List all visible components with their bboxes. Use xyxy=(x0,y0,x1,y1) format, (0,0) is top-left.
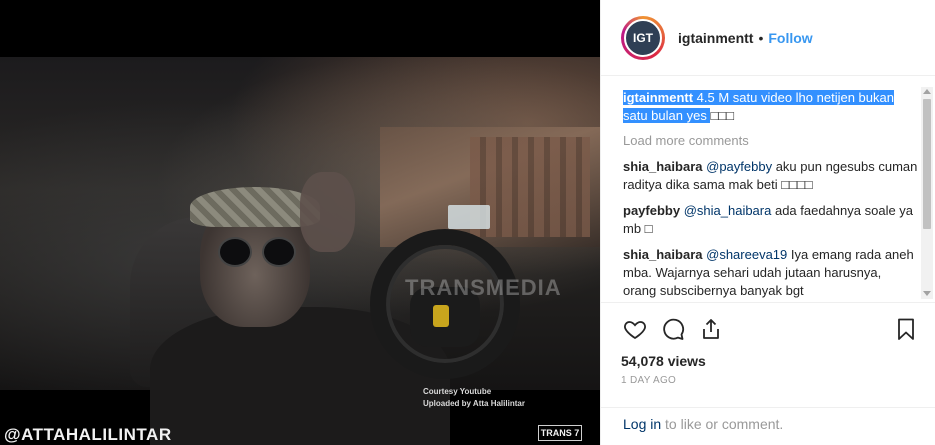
broadcaster-watermark: TRANSMEDIA xyxy=(405,275,562,300)
avatar[interactable]: IGT xyxy=(624,18,662,57)
sunglasses-right-lens xyxy=(262,237,296,267)
comment-icon[interactable] xyxy=(659,315,687,343)
channel-logo: TRANS 7 xyxy=(538,425,582,441)
post-timestamp[interactable]: 1 DAY AGO xyxy=(621,375,920,386)
view-count[interactable]: 54,078 views xyxy=(621,353,920,369)
comment-username[interactable]: shia_haibara xyxy=(623,159,703,174)
street-sign-light xyxy=(448,205,490,229)
header-username[interactable]: igtainmentt xyxy=(678,30,753,46)
comment-item: shia_haibara @payfebby aku pun ngesubs c… xyxy=(623,158,918,194)
comment-username[interactable]: payfebby xyxy=(623,203,680,218)
sunglasses-left-lens xyxy=(218,237,252,267)
comment-item: payfebby @shia_haibara ada faedahnya soa… xyxy=(623,202,918,238)
heart-icon[interactable] xyxy=(621,315,649,343)
post-media[interactable]: TRANSMEDIA Courtesy Youtube Uploaded by … xyxy=(0,0,600,445)
login-prompt: Log in to like or comment. xyxy=(601,407,935,445)
courtesy-caption-line2: Uploaded by Atta Halilintar xyxy=(423,399,525,408)
caption-emoji: □□□ xyxy=(710,108,735,123)
courtesy-caption-line1: Courtesy Youtube xyxy=(423,387,492,396)
follow-button[interactable]: Follow xyxy=(768,30,812,46)
post-sidebar: IGT igtainmentt • Follow igtainmentt 4.5… xyxy=(600,0,935,445)
video-handle-overlay: @ATTAHALILINTAR xyxy=(4,425,172,444)
comment-item: shia_haibara @shareeva19 Iya emang rada … xyxy=(623,246,918,300)
avatar-story-ring[interactable]: IGT xyxy=(621,15,665,60)
action-bar xyxy=(621,315,920,343)
load-more-comments-button[interactable]: Load more comments xyxy=(623,133,918,148)
comment-username[interactable]: shia_haibara xyxy=(623,247,703,262)
share-icon[interactable] xyxy=(697,315,725,343)
login-prompt-text: to like or comment. xyxy=(661,416,784,432)
post-header: IGT igtainmentt • Follow xyxy=(601,0,935,76)
login-link[interactable]: Log in xyxy=(623,416,661,432)
raised-hand xyxy=(300,172,355,252)
scroll-up-arrow-icon[interactable] xyxy=(923,89,931,94)
scrollbar-thumb[interactable] xyxy=(923,99,931,229)
comments-list[interactable]: igtainmentt 4.5 M satu video lho netijen… xyxy=(601,77,935,302)
car-logo-icon xyxy=(433,305,449,327)
comment-mention[interactable]: @payfebby xyxy=(706,159,772,174)
comments-scrollbar[interactable] xyxy=(921,87,933,299)
scroll-down-arrow-icon[interactable] xyxy=(923,291,931,296)
comment-mention[interactable]: @shareeva19 xyxy=(706,247,787,262)
comment-mention[interactable]: @shia_haibara xyxy=(684,203,772,218)
separator-dot: • xyxy=(758,29,764,46)
post-actions: 54,078 views 1 DAY AGO xyxy=(601,302,935,407)
post-caption: igtainmentt 4.5 M satu video lho netijen… xyxy=(623,89,918,125)
bookmark-icon[interactable] xyxy=(892,315,920,343)
video-player[interactable]: TRANSMEDIA Courtesy Youtube Uploaded by … xyxy=(0,57,600,445)
caption-username[interactable]: igtainmentt xyxy=(623,90,693,105)
